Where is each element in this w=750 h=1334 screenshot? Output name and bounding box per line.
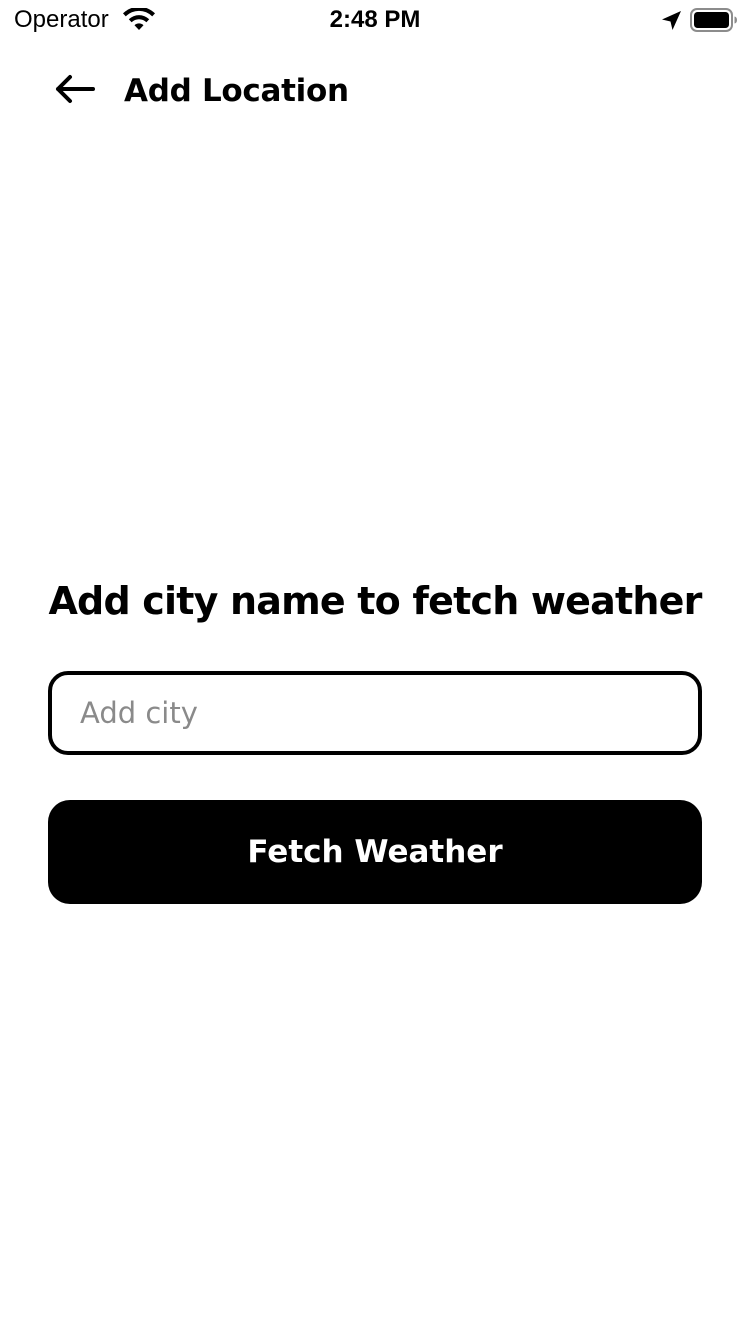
fetch-weather-button[interactable]: Fetch Weather (48, 800, 702, 904)
location-arrow-icon (660, 10, 682, 32)
city-input[interactable] (48, 671, 702, 755)
status-bar: Operator 2:48 PM (0, 0, 750, 40)
page-title: Add Location (124, 73, 349, 109)
back-button[interactable] (50, 70, 100, 112)
arrow-left-icon (53, 74, 97, 108)
status-time: 2:48 PM (329, 6, 421, 33)
battery-icon (690, 8, 738, 32)
instruction-heading: Add city name to fetch weather (48, 579, 702, 623)
